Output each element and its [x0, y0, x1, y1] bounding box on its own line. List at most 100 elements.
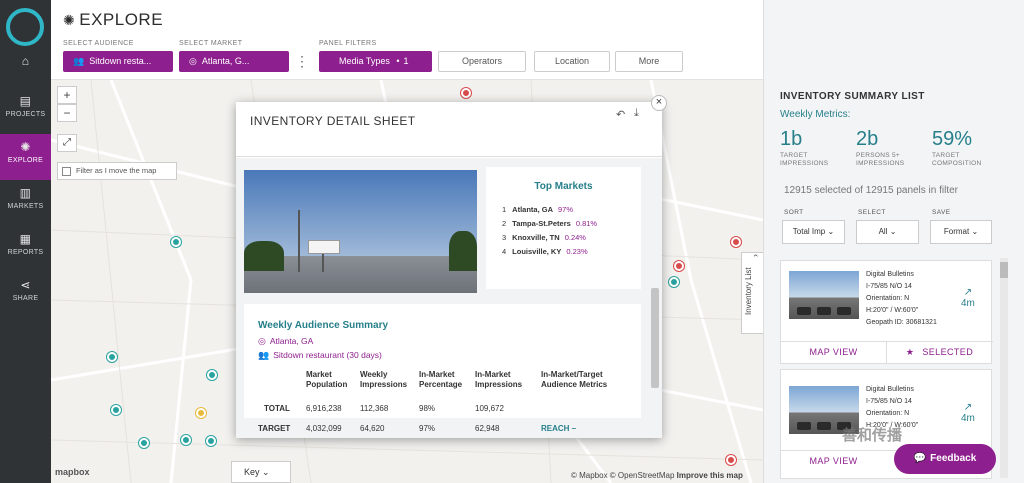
- chevron-down-icon: ⌄: [889, 227, 897, 236]
- close-icon[interactable]: ×: [651, 95, 667, 111]
- sidebar-item-projects[interactable]: ▤ PROJECTS: [0, 88, 51, 134]
- table-cell: 112,368: [360, 404, 389, 413]
- inventory-detail-modal: INVENTORY DETAIL SHEET ↶ ⤓ Top Markets 1…: [236, 102, 662, 438]
- page-title: ✺ EXPLORE: [63, 10, 163, 30]
- audience-value: Sitdown resta...: [89, 56, 152, 66]
- modal-header: INVENTORY DETAIL SHEET ↶ ⤓: [236, 102, 662, 157]
- sort-label: SORT: [784, 209, 804, 216]
- top-market-row: 1 Atlanta, GA 97%: [502, 205, 573, 214]
- inventory-card[interactable]: Digital Bulletins I-75/85 N/O 14 Orienta…: [780, 260, 993, 364]
- map-pin[interactable]: [674, 261, 684, 271]
- home-icon: ⌂: [21, 54, 30, 68]
- market-pct: 0.23%: [566, 247, 588, 256]
- improve-map-link[interactable]: Improve this map: [677, 471, 743, 480]
- sidebar-item-share[interactable]: ⋖ SHARE: [0, 272, 51, 318]
- undo-icon[interactable]: ↶: [616, 108, 625, 121]
- map-pin[interactable]: [461, 88, 471, 98]
- modal-body: Top Markets 1 Atlanta, GA 97% 2 Tampa-St.Pe…: [236, 158, 662, 438]
- select-dropdown[interactable]: All ⌄: [856, 220, 919, 244]
- map-view-button[interactable]: MAP VIEW: [781, 342, 886, 363]
- sort-dropdown[interactable]: Total Imp ⌄: [782, 220, 845, 244]
- column-header: In-Market Impressions: [475, 370, 523, 389]
- car-shape: [797, 422, 811, 430]
- selection-count: 12915 selected of 12915 panels in filter: [784, 185, 959, 196]
- filter-as-move-checkbox[interactable]: Filter as I move the map: [57, 162, 177, 180]
- card-trend: ↗ 4m: [961, 402, 975, 424]
- map-pin[interactable]: [107, 352, 117, 362]
- map-pin[interactable]: [139, 438, 149, 448]
- trend-value: 4m: [961, 413, 975, 424]
- location-filter[interactable]: Location: [534, 51, 610, 72]
- metric-target-impressions: 1b TARGET IMPRESSIONS: [780, 128, 860, 168]
- reach-toggle[interactable]: REACH –: [541, 424, 576, 433]
- photo-pole: [298, 210, 300, 272]
- audience-summary-card: Weekly Audience Summary ◎ Atlanta, GA 👥 Si…: [244, 304, 641, 438]
- map-view-button[interactable]: MAP VIEW: [781, 451, 886, 472]
- feedback-button[interactable]: 💬 Feedback: [894, 444, 996, 474]
- scrollbar-thumb[interactable]: [651, 288, 659, 388]
- watermark-text: 善和传播: [842, 427, 903, 444]
- column-header: In-Market/Target Audience Metrics: [541, 370, 608, 389]
- zoom-out-button[interactable]: −: [57, 104, 77, 122]
- media-types-filter[interactable]: Media Types • 1: [319, 51, 432, 72]
- download-icon[interactable]: ⤓: [634, 107, 639, 120]
- market-select[interactable]: ◎ Atlanta, G...: [179, 51, 289, 72]
- map-pin[interactable]: [181, 435, 191, 445]
- sidebar-item-markets[interactable]: ▥ MARKETS: [0, 180, 51, 226]
- map-key-toggle[interactable]: Key ⌄: [231, 461, 291, 483]
- map-pin[interactable]: [669, 277, 679, 287]
- card-trend: ↗ 4m: [961, 287, 975, 309]
- market-rank: 2: [502, 219, 507, 228]
- selected-button[interactable]: ★ SELECTED: [886, 342, 992, 363]
- scrollbar-thumb[interactable]: [1000, 262, 1008, 278]
- map-pin[interactable]: [726, 455, 736, 465]
- map-pin[interactable]: [207, 370, 217, 380]
- modal-scrollbar[interactable]: [650, 158, 660, 438]
- chevron-down-icon: ⌄: [971, 227, 979, 236]
- map-pin[interactable]: [206, 436, 216, 446]
- chevron-down-icon: ⌄: [827, 227, 835, 236]
- fullscreen-icon[interactable]: ⤢: [57, 134, 77, 152]
- target-icon: ◎: [189, 56, 197, 66]
- table-cell: 4,032,099: [306, 424, 342, 433]
- map-pin[interactable]: [171, 237, 181, 247]
- explore-icon: ✺: [63, 12, 76, 28]
- audience-segment: 👥 Sitdown restaurant (30 days): [258, 350, 382, 361]
- inventory-list-label: Inventory List: [744, 267, 753, 315]
- more-options-icon[interactable]: ⋮: [295, 53, 309, 70]
- map-pin[interactable]: [731, 237, 741, 247]
- audience-select[interactable]: 👥 Sitdown resta...: [63, 51, 173, 72]
- table-cell: 109,672: [475, 404, 504, 413]
- map-pin[interactable]: [196, 408, 206, 418]
- more-filter[interactable]: More: [615, 51, 683, 72]
- projects-icon: ▤: [19, 94, 32, 108]
- map-pin[interactable]: [111, 405, 121, 415]
- inventory-list-tab[interactable]: › Inventory List: [741, 252, 763, 334]
- select-label: SELECT: [858, 209, 886, 216]
- top-markets-title: Top Markets: [534, 181, 593, 192]
- zoom-in-button[interactable]: +: [57, 86, 77, 104]
- metric-label: PERSONS 5+ IMPRESSIONS: [856, 152, 905, 167]
- card-orientation: Orientation: N: [866, 410, 910, 417]
- table-cell: 98%: [419, 404, 436, 413]
- sidebar-item-reports[interactable]: ▦ REPORTS: [0, 226, 51, 272]
- table-cell: 97%: [419, 424, 436, 433]
- sidebar-item-explore[interactable]: ✺ EXPLORE: [0, 134, 51, 180]
- users-icon: 👥: [258, 350, 270, 360]
- market-value: Atlanta, G...: [201, 56, 250, 66]
- trend-up-icon: ↗: [963, 402, 973, 413]
- inventory-summary-panel: INVENTORY SUMMARY LIST Weekly Metrics: 1…: [763, 0, 1024, 483]
- panel-thumbnail: [789, 271, 859, 319]
- operators-filter[interactable]: Operators: [438, 51, 526, 72]
- panel-scrollbar[interactable]: [1000, 258, 1008, 478]
- car-shape: [797, 307, 811, 315]
- card-type: Digital Bulletins: [866, 271, 914, 278]
- checkbox-icon: [62, 166, 71, 176]
- app-logo[interactable]: [6, 8, 44, 46]
- top-market-row: 2 Tampa-St.Peters 0.81%: [502, 219, 597, 228]
- save-dropdown[interactable]: Format ⌄: [930, 220, 992, 244]
- market-rank: 1: [502, 205, 507, 214]
- table-row: TARGET 4,032,099 64,620 97% 62,948 REACH…: [244, 418, 641, 438]
- sidebar-item-label: PROJECTS: [5, 111, 46, 118]
- audience-market-text: Atlanta, GA: [269, 336, 314, 346]
